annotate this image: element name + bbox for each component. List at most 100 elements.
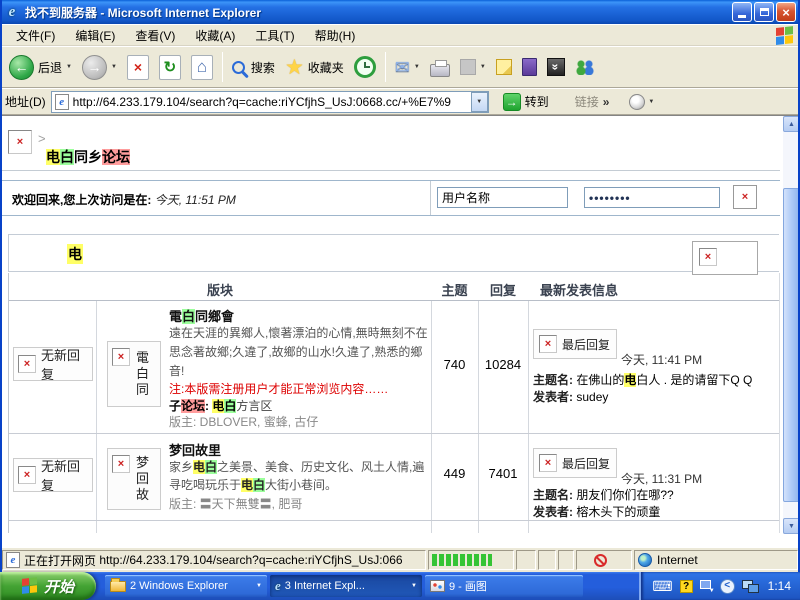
menu-file[interactable]: 文件(F)	[6, 24, 65, 47]
status-label: 无新回复	[41, 456, 92, 494]
back-button[interactable]: ← 后退 ▼	[4, 53, 77, 82]
internet-globe-icon	[638, 553, 652, 567]
mail-button[interactable]: ✉ ▼	[390, 56, 425, 78]
last-post-author[interactable]: 发表者: 榕木头下的顽童	[533, 503, 660, 520]
start-button[interactable]: 开始	[0, 572, 96, 600]
home-icon: ⌂	[191, 55, 213, 80]
favorites-button[interactable]: ★ 收藏夹	[280, 55, 349, 80]
download-manager-button[interactable]: »	[542, 56, 570, 78]
address-dropdown-icon[interactable]: ▼	[471, 92, 488, 112]
menu-edit[interactable]: 编辑(E)	[65, 24, 125, 47]
last-post-topic[interactable]: 主题名: 朋友们你们在哪??	[533, 486, 674, 503]
paint-icon	[430, 580, 445, 592]
address-label: 地址(D)	[5, 93, 46, 110]
username-input[interactable]	[437, 187, 568, 208]
address-input[interactable]: e http://64.233.179.104/search?q=cache:r…	[51, 91, 489, 113]
forum-description: 遠在天涯的異鄉人,懷著漂泊的心情,無時無刻不在思念著故鄉;久違了,故鄉的山水!久…	[169, 324, 429, 381]
taskbar: 开始 2 Windows Explorer ▼ e 3 Internet Exp…	[0, 572, 800, 600]
privacy-pane[interactable]	[576, 550, 632, 570]
keyboard-tray-icon[interactable]: ⌨	[652, 579, 672, 593]
address-url[interactable]: http://64.233.179.104/search?q=cache:riY…	[73, 95, 471, 109]
replies-count: 10284	[478, 357, 528, 372]
task-paint[interactable]: 9 - 画图	[425, 575, 583, 597]
standard-toolbar: ← 后退 ▼ → ▼ × ↻ ⌂ 搜索 ★ 收藏夹 ✉	[0, 46, 800, 88]
forum-link[interactable]: 電白同鄉會	[169, 306, 234, 325]
divider-line	[430, 181, 431, 215]
book-icon	[522, 58, 537, 76]
help-tray-icon[interactable]: ?	[680, 580, 693, 593]
notes-button[interactable]	[491, 57, 517, 77]
print-button[interactable]	[425, 56, 455, 79]
research-button[interactable]	[517, 56, 542, 78]
search-widget-box[interactable]: ×	[692, 241, 758, 275]
forum-vertical-label: 電白同	[136, 350, 151, 398]
forum-logo-title[interactable]: 电白同乡论坛	[46, 147, 130, 167]
history-button[interactable]	[349, 54, 381, 80]
last-post-topic[interactable]: 主题名: 在佛山的电白人 . 是的请留下Q Q	[533, 371, 779, 388]
broken-image-icon: ×	[112, 455, 130, 473]
menu-view[interactable]: 查看(V)	[125, 24, 185, 47]
subforum-line[interactable]: 子论坛: 电白方言区	[169, 397, 272, 414]
links-overflow-icon[interactable]: »	[603, 95, 610, 109]
minimize-icon	[738, 15, 746, 18]
breadcrumb-chevron: >	[38, 131, 46, 146]
privacy-blocked-icon	[594, 554, 607, 567]
home-button[interactable]: ⌂	[186, 53, 218, 82]
forum-moderators: 版主: DBLOVER, 蜜蜂, 古仔	[169, 413, 318, 430]
last-reply-button[interactable]: × 最后回复	[533, 448, 617, 478]
messenger-button[interactable]	[570, 57, 600, 77]
login-broken-image-button[interactable]: ×	[733, 185, 757, 209]
refresh-button[interactable]: ↻	[154, 53, 186, 82]
last-reply-button[interactable]: × 最后回复	[533, 329, 617, 359]
task-internet-explorer[interactable]: e 3 Internet Expl... ▼	[270, 575, 422, 597]
search-button[interactable]: 搜索	[227, 57, 280, 78]
header-replies: 回复	[478, 280, 528, 299]
group-dropdown-icon[interactable]: ▼	[256, 583, 262, 589]
chevrons-down-icon: »	[547, 58, 565, 76]
broken-image-icon: ×	[18, 466, 36, 484]
menu-bar: 文件(F) 编辑(E) 查看(V) 收藏(A) 工具(T) 帮助(H)	[0, 24, 800, 46]
stop-icon: ×	[127, 55, 149, 80]
group-dropdown-icon[interactable]: ▼	[411, 583, 417, 589]
forward-dropdown-icon[interactable]: ▼	[111, 64, 117, 70]
go-button[interactable]: → 转到	[497, 92, 555, 112]
header-forum: 版块	[9, 280, 431, 299]
search-label: 搜索	[251, 59, 275, 76]
edit-disabled-icon	[460, 59, 476, 75]
stop-button[interactable]: ×	[122, 53, 154, 82]
back-icon: ←	[9, 55, 34, 80]
last-post-author[interactable]: 发表者: sudey	[533, 388, 608, 405]
forum-row-partial	[9, 521, 779, 533]
task-windows-explorer[interactable]: 2 Windows Explorer ▼	[105, 575, 267, 597]
network-tray-icon[interactable]	[742, 580, 759, 593]
forum-row-hometown-dream: × 无新回复 × 梦回故 梦回故里 家乡电白之美景、美食、历史文化、风土人情,遍…	[9, 434, 779, 521]
throbber-dropdown-icon[interactable]: ▼	[648, 99, 654, 105]
no-new-replies-badge: × 无新回复	[13, 458, 93, 492]
last-reply-label: 最后回复	[562, 455, 610, 472]
hide-icons-chevron[interactable]: <	[720, 579, 735, 594]
windows-logo-icon	[22, 577, 38, 595]
forum-vertical-label: 梦回故	[136, 455, 151, 503]
header-topics: 主题	[431, 280, 478, 299]
forum-link[interactable]: 梦回故里	[169, 440, 221, 459]
back-dropdown-icon[interactable]: ▼	[66, 64, 72, 70]
forward-button[interactable]: → ▼	[77, 53, 122, 82]
status-pane-empty	[516, 550, 536, 570]
task-label: 9 - 画图	[449, 578, 487, 594]
zone-label: Internet	[657, 553, 698, 567]
mail-dropdown-icon[interactable]: ▼	[414, 64, 420, 70]
menu-favorites[interactable]: 收藏(A)	[185, 24, 245, 47]
forum-table-header: 版块 主题 回复 最新发表信息	[9, 273, 779, 301]
browser-viewport: × > 电白同乡论坛 欢迎回来,您上次访问是在: 今天, 11:51 PM × …	[0, 115, 800, 547]
updates-tray-icon[interactable]: ▼	[700, 579, 713, 594]
restore-button[interactable]	[754, 2, 774, 22]
password-input[interactable]	[584, 187, 720, 208]
status-url: http://64.233.179.104/search?q=cache:riY…	[99, 553, 402, 567]
menu-tools[interactable]: 工具(T)	[245, 24, 304, 47]
minimize-button[interactable]	[732, 2, 752, 22]
close-button[interactable]: ×	[776, 2, 796, 22]
status-loading-label: 正在打开网页	[24, 552, 96, 569]
window-border-left	[0, 0, 2, 572]
links-label[interactable]: 链接	[575, 93, 599, 110]
menu-help[interactable]: 帮助(H)	[305, 24, 366, 47]
